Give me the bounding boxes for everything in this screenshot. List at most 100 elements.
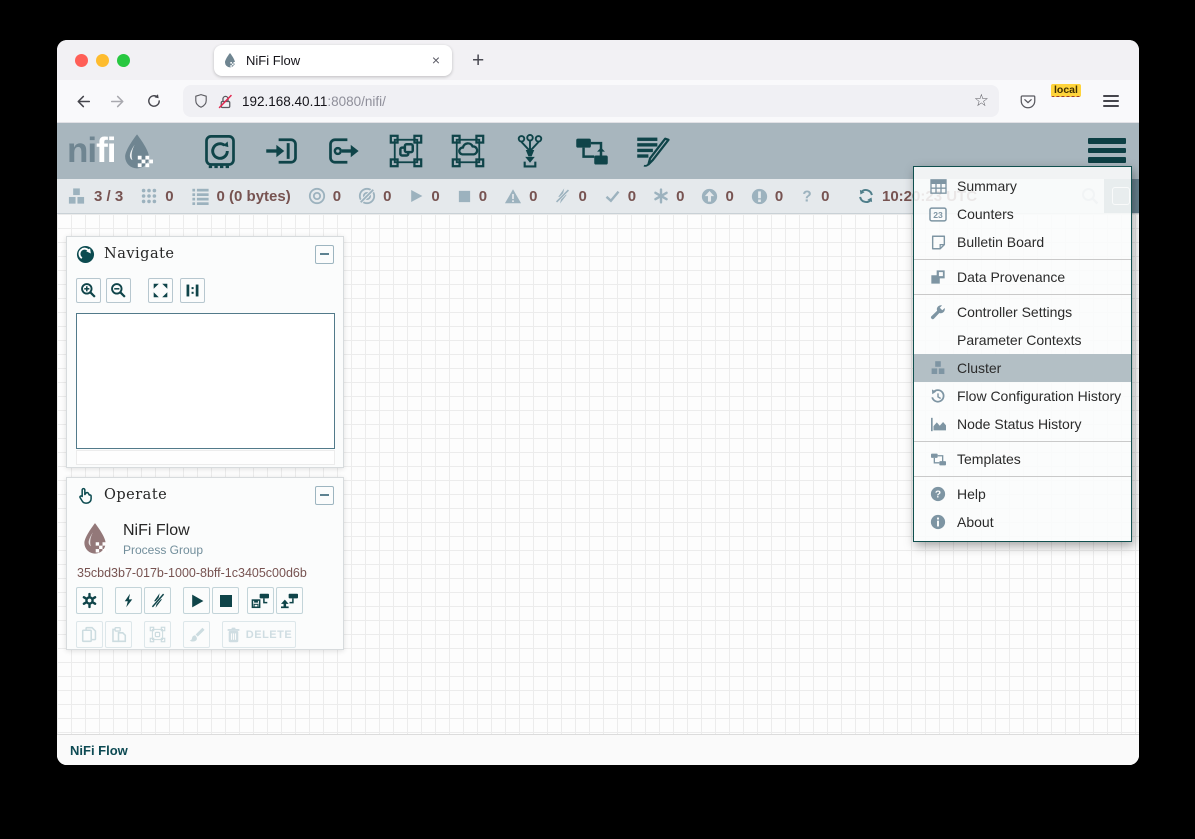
- menu-item-parameter-contexts[interactable]: Parameter Contexts: [914, 326, 1131, 354]
- new-tab-button[interactable]: +: [464, 48, 492, 73]
- sync-failure-question-icon: ?: [800, 188, 814, 205]
- navigate-header: Navigate: [67, 237, 343, 271]
- template-component-icon[interactable]: [572, 131, 612, 171]
- zoom-fit-button[interactable]: [148, 278, 173, 303]
- sync-failure-count: 0: [821, 188, 829, 205]
- menu-item-counters[interactable]: 23 Counters: [914, 200, 1131, 228]
- zoom-out-button[interactable]: [106, 278, 131, 303]
- cluster-cubes-icon: [929, 360, 947, 376]
- copy-button[interactable]: [76, 621, 103, 648]
- component-id: 35cbd3b7-017b-1000-8bff-1c3405c00d6b: [67, 557, 343, 580]
- color-button[interactable]: [183, 621, 210, 648]
- navigate-palette: Navigate: [66, 236, 344, 468]
- transmitting-icon: [308, 187, 326, 205]
- back-button[interactable]: [67, 86, 97, 116]
- svg-text:23: 23: [933, 209, 943, 219]
- menu-item-data-provenance[interactable]: Data Provenance: [914, 263, 1131, 291]
- delete-button[interactable]: DELETE: [222, 621, 296, 648]
- url-host: 192.168.40.11: [242, 94, 327, 109]
- queued-count: 0 (0 bytes): [217, 188, 291, 205]
- url-bar[interactable]: 192.168.40.11:8080/nifi/ ☆: [183, 85, 999, 117]
- flash-icon: [121, 592, 136, 609]
- navigate-tools: [67, 271, 343, 311]
- copy-icon: [81, 626, 98, 643]
- status-active-threads: 0: [140, 187, 173, 205]
- counters-icon: 23: [929, 207, 947, 222]
- operate-collapse-button[interactable]: [315, 486, 334, 505]
- provenance-icon: [930, 269, 946, 285]
- menu-item-bulletin-board[interactable]: Bulletin Board: [914, 228, 1131, 256]
- navigate-collapse-button[interactable]: [315, 245, 334, 264]
- stopped-square-icon: [457, 189, 472, 204]
- global-menu-button[interactable]: [1088, 138, 1126, 163]
- funnel-component-icon[interactable]: [510, 131, 550, 171]
- reload-icon: [146, 93, 162, 109]
- stale-arrow-up-icon: [701, 188, 718, 205]
- bookmark-star-icon[interactable]: ☆: [974, 91, 989, 111]
- menu-item-controller-settings[interactable]: Controller Settings: [914, 298, 1131, 326]
- status-invalid: 0: [504, 188, 537, 205]
- stale-count: 0: [725, 188, 733, 205]
- zoom-in-button[interactable]: [76, 278, 101, 303]
- delete-label: DELETE: [246, 629, 292, 641]
- status-sync-failure: ? 0: [800, 188, 829, 205]
- menu-item-about[interactable]: About: [914, 508, 1131, 536]
- process-group-component-icon[interactable]: [386, 131, 426, 171]
- pocket-button[interactable]: [1013, 86, 1043, 116]
- label-component-icon[interactable]: [634, 131, 674, 171]
- save-template-icon: [251, 592, 270, 609]
- disabled-count: 0: [578, 188, 586, 205]
- forward-button[interactable]: [103, 86, 133, 116]
- area-chart-icon: [930, 417, 947, 432]
- disable-button[interactable]: [144, 587, 171, 614]
- menu-item-cluster[interactable]: Cluster: [914, 354, 1131, 382]
- component-type: Process Group: [123, 543, 203, 557]
- zoom-window-button[interactable]: [117, 54, 130, 67]
- pocket-icon: [1019, 92, 1037, 110]
- sticky-note-icon: [931, 235, 946, 250]
- menu-item-node-status-history[interactable]: Node Status History: [914, 410, 1131, 438]
- minimize-window-button[interactable]: [96, 54, 109, 67]
- up-to-date-count: 0: [628, 188, 636, 205]
- menu-item-help[interactable]: ? Help: [914, 480, 1131, 508]
- configure-button[interactable]: [76, 587, 103, 614]
- stop-button[interactable]: [212, 587, 239, 614]
- input-port-component-icon[interactable]: [262, 131, 302, 171]
- tab-title: NiFi Flow: [246, 53, 420, 68]
- hand-pointer-icon: [76, 486, 95, 505]
- remote-process-group-component-icon[interactable]: [448, 131, 488, 171]
- reload-button[interactable]: [139, 86, 169, 116]
- profile-avatar[interactable]: local: [1055, 88, 1081, 114]
- group-button[interactable]: [144, 621, 171, 648]
- active-threads-count: 0: [165, 188, 173, 205]
- birdseye-minimap[interactable]: [76, 313, 335, 449]
- selected-component: NiFi Flow Process Group: [67, 512, 343, 557]
- menu-item-summary[interactable]: Summary: [914, 172, 1131, 200]
- menu-separator: [914, 476, 1131, 477]
- processor-component-icon[interactable]: [200, 131, 240, 171]
- menu-item-flow-configuration-history[interactable]: Flow Configuration History: [914, 382, 1131, 410]
- stop-square-icon: [218, 593, 234, 609]
- save-template-button[interactable]: [247, 587, 274, 614]
- start-button[interactable]: [183, 587, 210, 614]
- upload-template-button[interactable]: [276, 587, 303, 614]
- zoom-actual-size-button[interactable]: [180, 278, 205, 303]
- not-transmitting-icon: [358, 187, 376, 205]
- menu-item-templates[interactable]: Templates: [914, 445, 1131, 473]
- forward-arrow-icon: [110, 93, 127, 110]
- svg-text:?: ?: [802, 188, 811, 204]
- enable-button[interactable]: [115, 587, 142, 614]
- close-window-button[interactable]: [75, 54, 88, 67]
- running-count: 0: [431, 188, 439, 205]
- locally-modified-count: 0: [676, 188, 684, 205]
- browser-menu-button[interactable]: [1093, 87, 1129, 115]
- operate-header: Operate: [67, 478, 343, 512]
- cluster-cubes-icon: [66, 187, 87, 206]
- tab-close-icon[interactable]: ×: [428, 52, 444, 68]
- nifi-logo: nifi: [67, 131, 156, 171]
- breadcrumb[interactable]: NiFi Flow: [70, 743, 128, 758]
- output-port-component-icon[interactable]: [324, 131, 364, 171]
- paste-button[interactable]: [105, 621, 132, 648]
- summary-table-icon: [930, 179, 947, 194]
- browser-tab[interactable]: NiFi Flow ×: [214, 45, 452, 76]
